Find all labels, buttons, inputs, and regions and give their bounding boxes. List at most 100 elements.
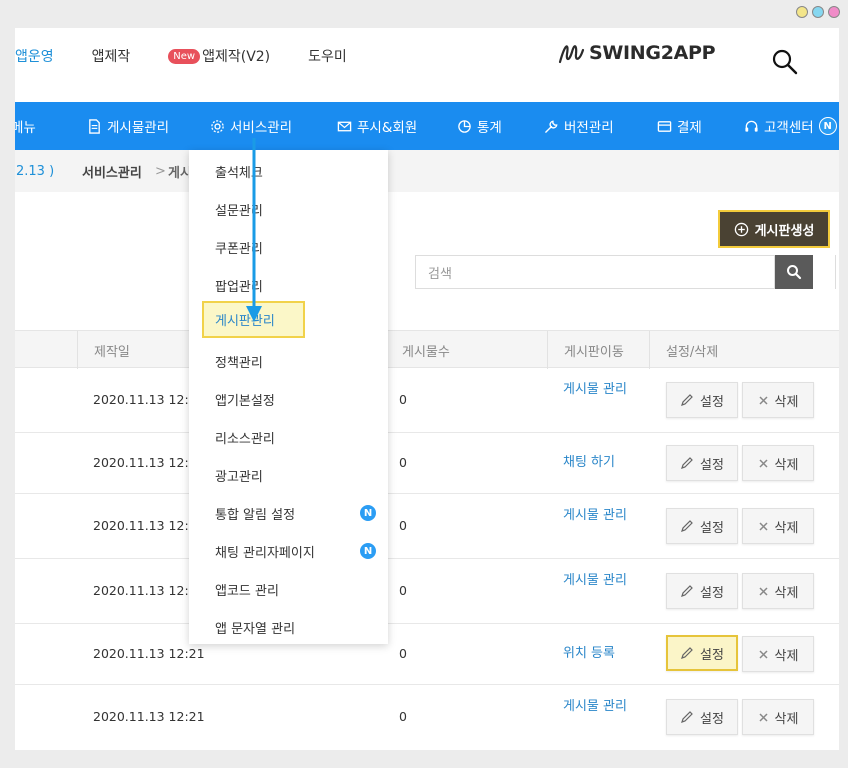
row-count: 0 (399, 518, 407, 533)
top-header: 앱운영 앱제작 New 앱제작(V2) 도우미 SWING2APP (15, 28, 839, 102)
table-header: 제작일 게시물수 게시판이동 설정/삭제 (15, 330, 839, 369)
breadcrumb: 2.13 ) 서비스관리 > 게시 (15, 150, 839, 192)
row-board-link[interactable]: 채팅 하기 (563, 453, 635, 473)
menu-item-payment[interactable]: 결제 (657, 102, 702, 150)
delete-label: 삭제 (774, 520, 799, 536)
dropdown-item-ads[interactable]: 광고관리 (215, 466, 263, 485)
delete-button[interactable]: 삭제 (742, 573, 814, 609)
menu-item-stats-label: 통계 (477, 120, 502, 136)
th-board-move: 게시판이동 (547, 331, 624, 369)
row-count: 0 (399, 455, 407, 470)
dropdown-item-policy[interactable]: 정책관리 (215, 352, 263, 371)
dropdown-item-coupon[interactable]: 쿠폰관리 (215, 238, 263, 257)
delete-button[interactable]: 삭제 (742, 636, 814, 672)
th-post-count: 게시물수 (385, 331, 450, 369)
settings-label: 설정 (700, 457, 724, 473)
wrench-icon (545, 120, 558, 133)
delete-button[interactable]: 삭제 (742, 382, 814, 418)
menu-item-posts[interactable]: 게시물관리 (87, 102, 169, 150)
settings-button[interactable]: 설정 (666, 508, 738, 544)
settings-button[interactable]: 설정 (666, 445, 738, 481)
table-row: 2020.11.13 12:21 0 게시물 관리 설정 삭제 (15, 368, 839, 433)
dropdown-item-app-settings[interactable]: 앱기본설정 (215, 390, 275, 409)
settings-button[interactable]: 설정 (666, 382, 738, 418)
close-icon (759, 712, 768, 722)
close-icon (759, 586, 768, 596)
search-icon[interactable] (771, 48, 799, 76)
delete-label: 삭제 (774, 394, 799, 410)
dropdown-item-survey[interactable]: 설문관리 (215, 200, 263, 219)
row-date: 2020.11.13 12:21 (93, 583, 205, 598)
settings-button[interactable]: 설정 (666, 699, 738, 735)
top-nav-help[interactable]: 도우미 (308, 46, 347, 66)
row-date: 2020.11.13 12:21 (93, 392, 205, 407)
dropdown-item-app-strings[interactable]: 앱 문자열 관리 (215, 618, 295, 637)
search-button[interactable] (775, 255, 813, 289)
logo-mark-icon (558, 45, 585, 64)
row-board-link[interactable]: 위치 등록 (563, 644, 635, 664)
menu-item-stats[interactable]: 통계 (457, 102, 502, 150)
settings-label: 설정 (700, 711, 724, 727)
dropdown-item-app-code[interactable]: 앱코드 관리 (215, 580, 279, 599)
services-dropdown-menu: 출석체크 설문관리 쿠폰관리 팝업관리 게시판관리 정책관리 앱기본설정 리소스… (189, 150, 388, 644)
table-row: 2020.11.13 12:21 0 게시물 관리 설정 삭제 (15, 685, 839, 750)
row-board-link[interactable]: 게시물 관리 (563, 697, 635, 717)
row-date: 2020.11.13 12:21 (93, 709, 205, 724)
top-nav-app-build-v2[interactable]: New 앱제작(V2) (168, 46, 270, 66)
breadcrumb-services[interactable]: 서비스관리 (82, 162, 142, 181)
delete-button[interactable]: 삭제 (742, 508, 814, 544)
menu-item-services[interactable]: 서비스관리 (210, 102, 292, 150)
delete-label: 삭제 (774, 648, 799, 664)
menu-item-push-members-label: 푸시&회원 (357, 120, 418, 136)
gear-icon (211, 119, 224, 133)
row-board-link[interactable]: 게시물 관리 (563, 380, 635, 400)
table-row: 2020.11.13 12:21 0 채팅 하기 설정 삭제 (15, 433, 839, 494)
menu-item-menu[interactable]: 메뉴 (15, 102, 36, 150)
window-dot-pink[interactable] (828, 6, 840, 18)
top-nav-app-operation[interactable]: 앱운영 (15, 46, 54, 66)
row-board-link[interactable]: 게시물 관리 (563, 571, 635, 591)
menu-item-versions-label: 버전관리 (564, 120, 614, 136)
settings-button[interactable]: 설정 (666, 635, 738, 671)
top-nav: 앱운영 앱제작 New 앱제작(V2) 도우미 (15, 46, 385, 66)
dropdown-item-popup[interactable]: 팝업관리 (215, 276, 263, 295)
delete-label: 삭제 (774, 585, 799, 601)
menu-item-posts-label: 게시물관리 (107, 120, 170, 136)
menu-item-payment-label: 결제 (677, 120, 702, 136)
table-row: 2020.11.13 12:21 0 위치 등록 설정 삭제 (15, 624, 839, 685)
dropdown-item-resources[interactable]: 리소스관리 (215, 428, 275, 447)
th-created: 제작일 (77, 331, 130, 369)
row-count: 0 (399, 583, 407, 598)
pencil-icon (681, 520, 693, 532)
dropdown-item-board[interactable]: 게시판관리 (202, 301, 305, 338)
settings-label: 설정 (700, 394, 724, 410)
menu-item-support-label: 고객센터 (764, 120, 814, 136)
top-nav-app-build[interactable]: 앱제작 (92, 46, 131, 66)
credit-card-icon (657, 120, 672, 132)
row-count: 0 (399, 709, 407, 724)
search-input[interactable]: 검색 (415, 255, 775, 289)
brand-logo[interactable]: SWING2APP (557, 40, 716, 66)
window-controls (796, 6, 840, 18)
row-board-link[interactable]: 게시물 관리 (563, 506, 635, 526)
settings-button[interactable]: 설정 (666, 573, 738, 609)
headset-icon (745, 120, 758, 132)
window-dot-blue[interactable] (812, 6, 824, 18)
menu-item-versions[interactable]: 버전관리 (544, 102, 614, 150)
breadcrumb-separator: > (155, 163, 166, 179)
menu-item-support[interactable]: 고객센터 N (744, 102, 837, 150)
menu-item-services-label: 서비스관리 (230, 120, 293, 136)
delete-button[interactable]: 삭제 (742, 445, 814, 481)
dropdown-item-attendance[interactable]: 출석체크 (215, 162, 263, 181)
dropdown-item-chat-admin[interactable]: 채팅 관리자페이지 (215, 542, 315, 561)
delete-button[interactable]: 삭제 (742, 699, 814, 735)
close-icon (759, 395, 768, 405)
th-settings-delete: 설정/삭제 (649, 331, 718, 369)
mail-icon (337, 121, 352, 131)
menu-item-push-members[interactable]: 푸시&회원 (337, 102, 417, 150)
row-date: 2020.11.13 12:21 (93, 518, 205, 533)
create-board-button[interactable]: 게시판생성 (718, 210, 830, 248)
dropdown-item-notification[interactable]: 통합 알림 설정 (215, 504, 295, 523)
brand-logo-text: SWING2APP (589, 42, 716, 64)
window-dot-yellow[interactable] (796, 6, 808, 18)
